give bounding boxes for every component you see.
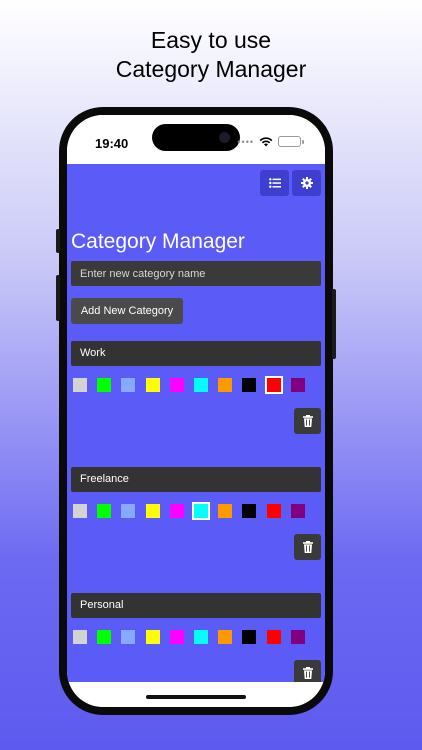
settings-button[interactable] bbox=[292, 170, 321, 196]
color-swatch[interactable] bbox=[73, 504, 87, 518]
color-swatch[interactable] bbox=[97, 378, 112, 392]
wifi-icon bbox=[259, 137, 273, 147]
list-icon bbox=[268, 178, 281, 188]
category-name[interactable]: Work bbox=[71, 341, 321, 366]
color-swatch[interactable] bbox=[73, 630, 87, 644]
promo-headline: Easy to use Category Manager bbox=[0, 26, 422, 84]
color-swatch[interactable] bbox=[218, 504, 233, 518]
color-swatch[interactable] bbox=[194, 630, 208, 644]
color-swatch[interactable] bbox=[121, 630, 136, 644]
color-swatch[interactable] bbox=[242, 504, 257, 518]
category-name[interactable]: Freelance bbox=[71, 467, 321, 492]
status-icons: •••• bbox=[237, 136, 304, 147]
signal-icon: •••• bbox=[237, 136, 254, 147]
add-category-button[interactable]: Add New Category bbox=[71, 298, 183, 324]
volume-button bbox=[56, 275, 60, 321]
color-swatch[interactable] bbox=[169, 504, 184, 518]
category-card: Work bbox=[67, 341, 325, 451]
silent-switch bbox=[56, 229, 60, 253]
color-swatch[interactable] bbox=[264, 376, 283, 394]
color-swatch[interactable] bbox=[194, 378, 208, 392]
delete-category-button[interactable] bbox=[294, 534, 321, 560]
color-swatch[interactable] bbox=[266, 630, 281, 644]
page-title: Category Manager bbox=[71, 230, 245, 253]
color-swatch[interactable] bbox=[97, 504, 112, 518]
color-swatch[interactable] bbox=[97, 630, 112, 644]
phone-frame: 19:40 •••• Category Manager Enter new ca… bbox=[56, 107, 336, 715]
headline-line-2: Category Manager bbox=[115, 56, 307, 82]
color-swatch[interactable] bbox=[290, 378, 305, 392]
home-indicator[interactable] bbox=[146, 695, 246, 699]
status-time: 19:40 bbox=[95, 136, 129, 151]
color-swatch[interactable] bbox=[218, 630, 233, 644]
color-swatch[interactable] bbox=[242, 378, 257, 392]
color-swatch[interactable] bbox=[145, 504, 160, 518]
color-swatch[interactable] bbox=[121, 378, 136, 392]
color-swatch[interactable] bbox=[121, 504, 136, 518]
color-swatch[interactable] bbox=[145, 378, 160, 392]
color-swatch[interactable] bbox=[266, 504, 281, 518]
trash-icon bbox=[302, 415, 313, 427]
category-card: Freelance bbox=[67, 467, 325, 577]
status-bar: 19:40 •••• bbox=[67, 115, 325, 164]
color-swatch[interactable] bbox=[290, 504, 305, 518]
color-swatch[interactable] bbox=[169, 630, 184, 644]
headline-line-1: Easy to use bbox=[150, 27, 272, 53]
color-swatch[interactable] bbox=[169, 378, 184, 392]
dynamic-island bbox=[152, 124, 240, 151]
color-swatch[interactable] bbox=[145, 630, 160, 644]
trash-icon bbox=[302, 667, 313, 679]
color-swatch[interactable] bbox=[290, 630, 305, 644]
color-swatch[interactable] bbox=[218, 378, 233, 392]
delete-category-button[interactable] bbox=[294, 408, 321, 434]
home-indicator-area bbox=[67, 682, 325, 707]
battery-icon bbox=[278, 136, 304, 147]
power-button bbox=[332, 289, 336, 359]
color-swatch[interactable] bbox=[73, 378, 87, 392]
camera-icon bbox=[219, 132, 230, 143]
category-name[interactable]: Personal bbox=[71, 593, 321, 618]
trash-icon bbox=[302, 541, 313, 553]
list-button[interactable] bbox=[260, 170, 289, 196]
phone-screen: 19:40 •••• Category Manager Enter new ca… bbox=[67, 115, 325, 707]
color-swatch[interactable] bbox=[242, 630, 257, 644]
color-swatch[interactable] bbox=[192, 502, 210, 520]
gear-icon bbox=[300, 177, 313, 189]
category-name-input[interactable] bbox=[71, 261, 321, 286]
app-content: Category Manager Add New Category Work Fr… bbox=[67, 164, 325, 686]
